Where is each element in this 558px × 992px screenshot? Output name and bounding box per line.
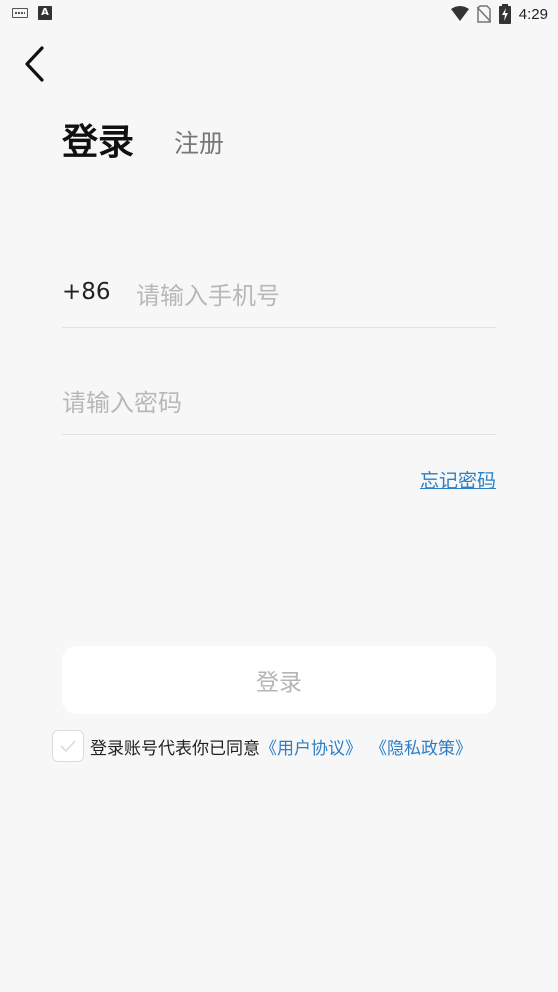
password-field — [62, 375, 496, 435]
login-button[interactable]: 登录 — [62, 646, 496, 714]
tab-login[interactable]: 登录 — [62, 113, 134, 165]
agreement-row: 登录账号代表你已同意 《用户协议》 《隐私政策》 — [52, 730, 472, 762]
check-icon — [60, 740, 76, 753]
status-bar-left: A — [12, 6, 52, 20]
phone-field: +86 — [62, 268, 496, 328]
no-sim-icon — [476, 5, 491, 23]
back-button[interactable] — [18, 44, 54, 84]
keyboard-icon — [12, 8, 28, 18]
country-code-prefix[interactable]: +86 — [62, 279, 111, 305]
agreement-text: 登录账号代表你已同意 — [90, 738, 260, 759]
chevron-left-icon — [25, 46, 44, 82]
wifi-icon — [450, 6, 469, 21]
battery-charging-icon — [498, 4, 511, 24]
phone-input[interactable] — [136, 276, 486, 316]
tab-register[interactable]: 注册 — [174, 124, 224, 160]
user-agreement-link[interactable]: 《用户协议》 — [260, 734, 362, 759]
status-bar: A 4:29 — [0, 0, 558, 30]
privacy-policy-link[interactable]: 《隐私政策》 — [370, 734, 472, 759]
agreement-checkbox[interactable] — [52, 730, 84, 762]
forgot-password-link[interactable]: 忘记密码 — [420, 466, 496, 493]
login-screen: A 4:29 登录 注册 +86 忘记密 — [0, 0, 558, 992]
status-time: 4:29 — [518, 5, 548, 23]
password-input[interactable] — [62, 383, 492, 423]
status-bar-right: 4:29 — [450, 4, 548, 24]
a-notification-icon: A — [38, 6, 52, 20]
